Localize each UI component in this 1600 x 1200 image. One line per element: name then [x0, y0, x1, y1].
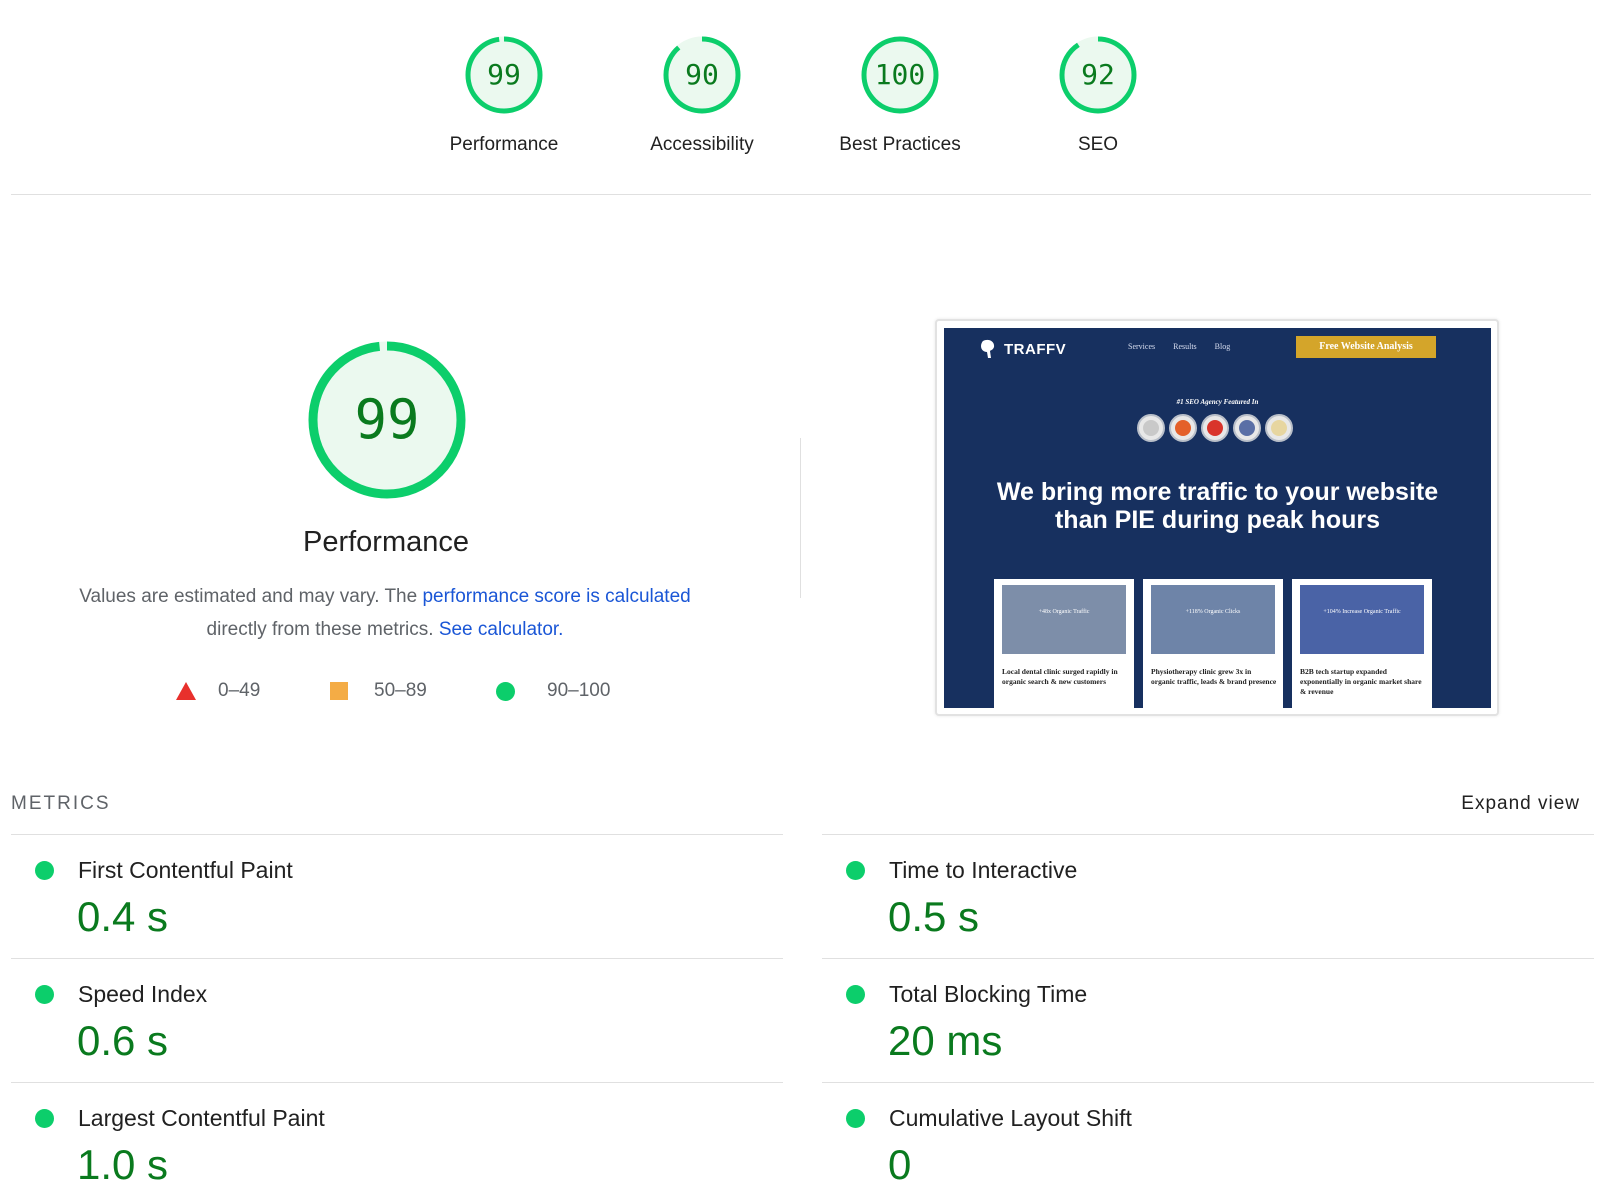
screenshot-image: TRAFFV Services Results Blog Free Websit…	[944, 328, 1491, 708]
metrics-heading: METRICS	[11, 793, 111, 814]
gauge-score: 99	[487, 58, 521, 91]
expand-view-toggle[interactable]: Expand view	[1461, 793, 1580, 815]
performance-gauge: 99	[304, 337, 470, 503]
pass-circle-icon	[35, 985, 54, 1004]
gauge-ring: 99	[463, 34, 545, 116]
metric-title: Total Blocking Time	[889, 981, 1088, 1007]
screenshot-nav-item: Blog	[1214, 342, 1231, 351]
square-icon	[330, 682, 348, 700]
screenshot-brand: TRAFFV	[1004, 340, 1067, 358]
card-caption: +104% Increase Organic Traffic	[1323, 609, 1401, 615]
metric-total-blocking-time: Total Blocking Time 20 ms	[822, 958, 1594, 1082]
card-image: +104% Increase Organic Traffic	[1300, 585, 1424, 654]
metric-title: Time to Interactive	[889, 857, 1078, 883]
metric-title: Largest Contentful Paint	[78, 1105, 325, 1131]
metric-value: 20 ms	[888, 1017, 1003, 1064]
final-screenshot[interactable]: TRAFFV Services Results Blog Free Websit…	[935, 319, 1499, 716]
headline-line: We bring more traffic to your website	[996, 478, 1439, 506]
elephant-logo-icon	[981, 339, 995, 358]
gauge-score: 100	[874, 58, 926, 91]
screenshot-cta: Free Website Analysis	[1296, 336, 1436, 358]
card-text: Physiotherapy clinic grew 3x in organic …	[1151, 667, 1277, 686]
category-gauges: 99 Performance 90 Accessibility 100 Best…	[0, 34, 1600, 164]
metric-value: 0.4 s	[77, 893, 169, 940]
pass-circle-icon	[846, 861, 865, 880]
legend-fail-label: 0–49	[218, 680, 261, 701]
screenshot-nav-item: Services	[1128, 342, 1156, 351]
performance-description: Values are estimated and may vary. The p…	[40, 580, 730, 646]
badge-icon	[1265, 414, 1293, 442]
screenshot-featured: #1 SEO Agency Featured In	[1176, 398, 1259, 406]
badge-icon	[1169, 414, 1197, 442]
screenshot-badges	[1137, 414, 1293, 442]
gauge-label: Accessibility	[650, 134, 754, 155]
performance-score: 99	[354, 388, 420, 451]
badge-icon	[1233, 414, 1261, 442]
screenshot-headline: We bring more traffic to your website th…	[944, 478, 1491, 534]
gauge-label: Best Practices	[839, 134, 961, 155]
gauge-best-practices[interactable]: 100 Best Practices	[820, 34, 980, 156]
card-image: +118% Organic Clicks	[1151, 585, 1275, 654]
badge-icon	[1137, 414, 1165, 442]
triangle-icon	[176, 682, 196, 700]
pass-circle-icon	[846, 1109, 865, 1128]
card-image: +48x Organic Traffic	[1002, 585, 1126, 654]
vertical-divider	[800, 438, 801, 598]
metric-value: 0.6 s	[77, 1017, 169, 1064]
gauge-label: Performance	[449, 134, 559, 155]
metrics-column-left: First Contentful Paint 0.4 s Speed Index…	[11, 834, 783, 1200]
desc-text: Values are estimated and may vary. The	[79, 586, 423, 607]
screenshot-logo: TRAFFV	[980, 338, 1066, 360]
circle-icon	[496, 681, 515, 701]
legend-pass-label: 90–100	[547, 680, 611, 701]
desc-text: directly from these metrics.	[206, 619, 439, 640]
metric-title: First Contentful Paint	[78, 857, 293, 883]
pass-circle-icon	[35, 1109, 54, 1128]
headline-line: than PIE during peak hours	[1054, 506, 1381, 534]
metric-first-contentful-paint: First Contentful Paint 0.4 s	[11, 834, 783, 958]
metric-speed-index: Speed Index 0.6 s	[11, 958, 783, 1082]
card-caption: +48x Organic Traffic	[1038, 609, 1090, 615]
gauge-ring: 92	[1057, 34, 1139, 116]
screenshot-nav: Services Results Blog	[1128, 342, 1230, 351]
metric-value: 1.0 s	[77, 1141, 169, 1188]
screenshot-nav-item: Results	[1173, 342, 1197, 351]
gauge-performance[interactable]: 99 Performance	[424, 34, 584, 156]
card-text: B2B tech startup expanded exponentially …	[1300, 667, 1422, 696]
gauge-accessibility[interactable]: 90 Accessibility	[622, 34, 782, 156]
legend-pass: 90–100	[496, 678, 610, 704]
card-caption: +118% Organic Clicks	[1185, 609, 1241, 615]
gauge-score: 90	[685, 58, 719, 91]
score-calculated-link[interactable]: performance score is calculated	[422, 586, 690, 607]
gauge-score: 92	[1081, 58, 1115, 91]
metric-title: Speed Index	[78, 981, 208, 1007]
legend-average-label: 50–89	[374, 680, 427, 701]
top-divider	[11, 194, 1591, 195]
gauge-ring: 90	[661, 34, 743, 116]
badge-icon	[1201, 414, 1229, 442]
see-calculator-link[interactable]: See calculator.	[439, 619, 564, 640]
gauge-seo[interactable]: 92 SEO	[1018, 34, 1178, 156]
gauge-label: SEO	[1077, 134, 1119, 155]
screenshot-cards: +48x Organic Traffic Local dental clinic…	[994, 579, 1434, 708]
card-text: Local dental clinic surged rapidly in or…	[1002, 667, 1118, 686]
metrics-column-right: Time to Interactive 0.5 s Total Blocking…	[822, 834, 1594, 1200]
legend-fail: 0–49	[176, 678, 260, 704]
metric-title: Cumulative Layout Shift	[889, 1105, 1132, 1131]
screenshot-card: +104% Increase Organic Traffic B2B tech …	[1292, 579, 1432, 708]
legend-average: 50–89	[330, 678, 427, 704]
performance-title: Performance	[302, 526, 469, 558]
screenshot-card: +118% Organic Clicks Physiotherapy clini…	[1143, 579, 1283, 708]
metric-time-to-interactive: Time to Interactive 0.5 s	[822, 834, 1594, 958]
pass-circle-icon	[35, 861, 54, 880]
metric-largest-contentful-paint: Largest Contentful Paint 1.0 s	[11, 1082, 783, 1200]
score-legend: 0–49 50–89 90–100	[176, 678, 636, 704]
pass-circle-icon	[846, 985, 865, 1004]
metric-value: 0	[888, 1141, 912, 1188]
screenshot-card: +48x Organic Traffic Local dental clinic…	[994, 579, 1134, 708]
gauge-ring: 100	[859, 34, 941, 116]
metric-value: 0.5 s	[888, 893, 980, 940]
metric-cumulative-layout-shift: Cumulative Layout Shift 0	[822, 1082, 1594, 1200]
